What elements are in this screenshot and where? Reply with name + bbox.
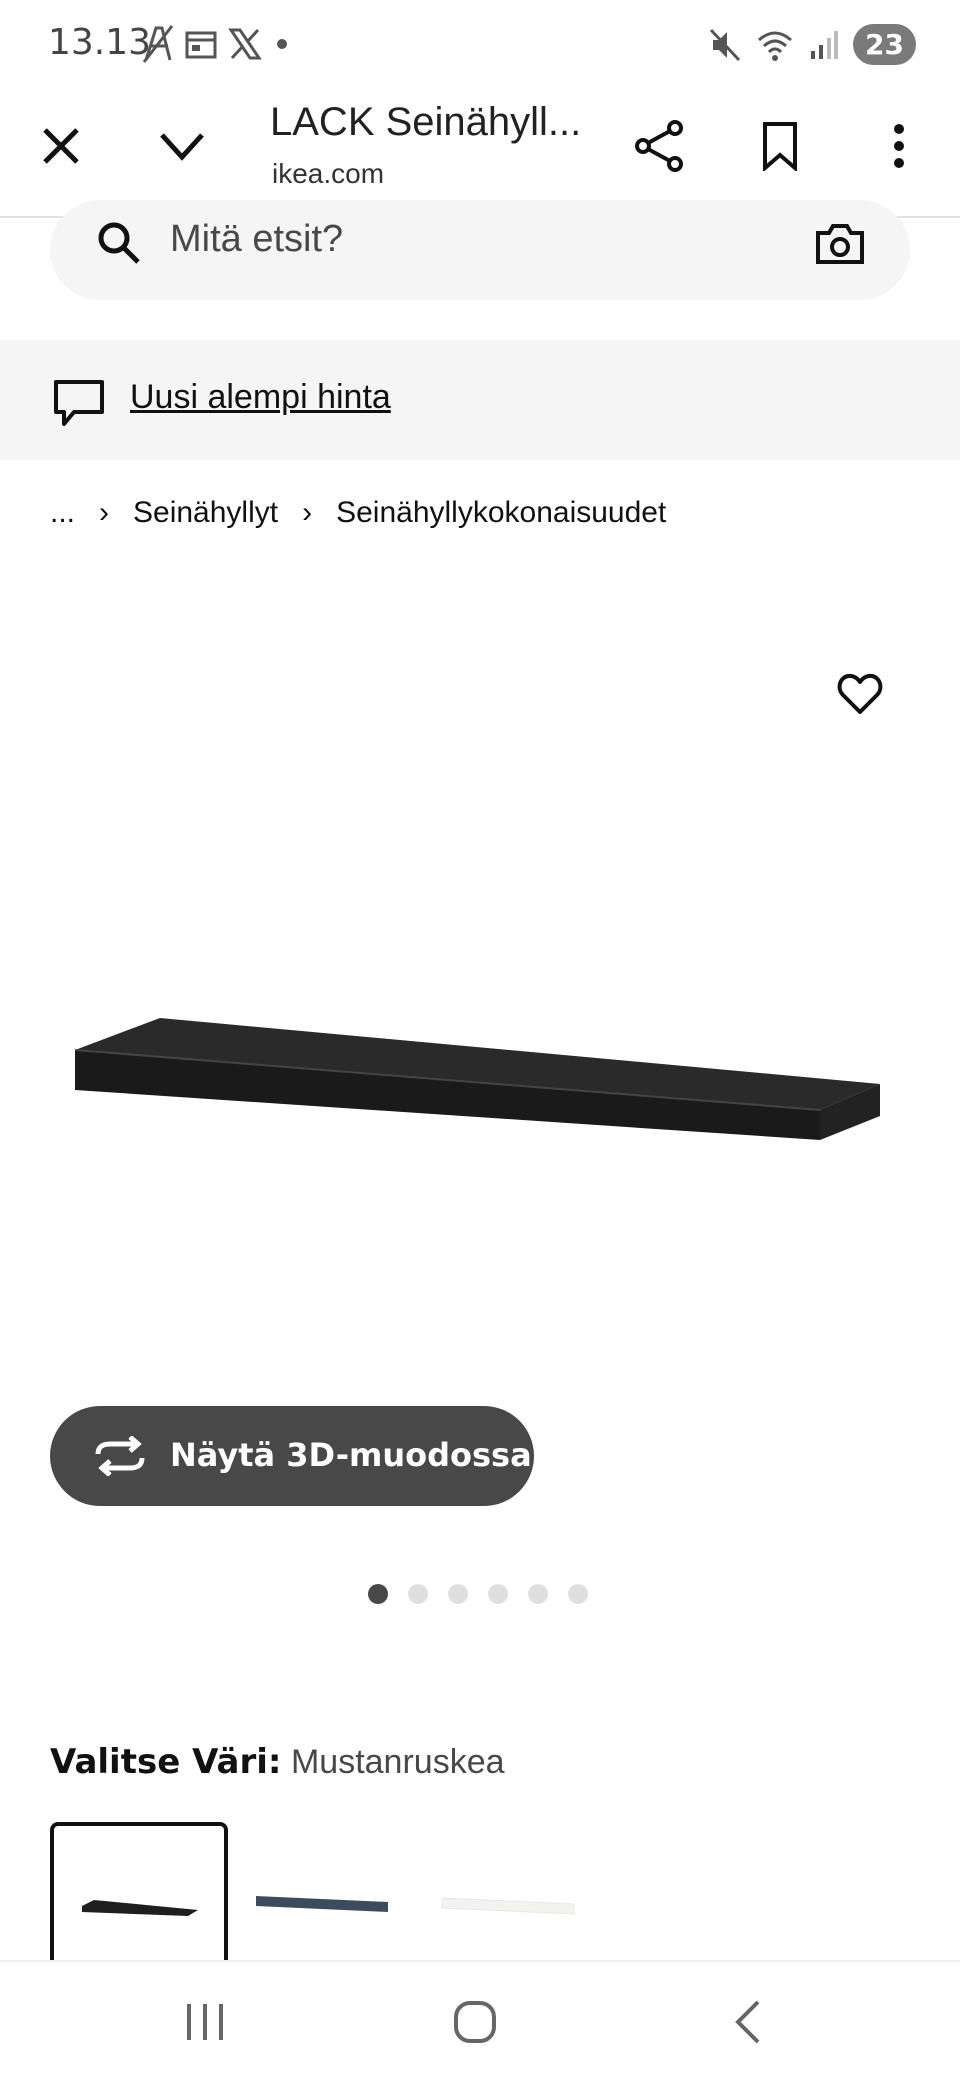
x-logo-icon: [228, 28, 262, 60]
home-button[interactable]: [440, 1992, 510, 2052]
mute-icon: [709, 28, 741, 61]
color-value: Mustanruskea: [290, 1743, 505, 1781]
back-icon: [735, 2000, 760, 2044]
wishlist-button[interactable]: [836, 670, 884, 718]
recent-apps-icon: [187, 2004, 223, 2040]
recent-apps-button[interactable]: [170, 1992, 240, 2052]
bookmark-button[interactable]: [750, 116, 810, 176]
status-left-icons: [142, 24, 292, 64]
signal-icon: [811, 30, 839, 59]
more-menu-button[interactable]: [876, 116, 922, 176]
chat-bubble-icon: [54, 380, 104, 426]
swatch-shelf-image: [441, 1897, 575, 1915]
swatch-shelf-image: [82, 1900, 198, 1916]
view-3d-label: Näytä 3D-muodossa: [170, 1436, 532, 1474]
product-image[interactable]: [20, 980, 940, 1180]
color-label: Valitse Väri:: [50, 1742, 282, 1782]
close-icon: [43, 128, 79, 164]
share-button[interactable]: [630, 116, 690, 176]
page-domain: ikea.com: [272, 158, 385, 189]
breadcrumb-shelf-units[interactable]: Seinähyllykokonaisuudet: [336, 496, 666, 530]
chevron-right-icon: ›: [302, 496, 313, 529]
pagination-dot[interactable]: [368, 1584, 388, 1604]
dot-icon: [277, 39, 287, 49]
status-bar: 13.13 23: [0, 0, 960, 90]
page-title: LACK Seinähyll...: [270, 100, 582, 144]
accessibility-icon: [142, 25, 174, 63]
pagination-dot[interactable]: [408, 1584, 428, 1604]
search-input[interactable]: Mitä etsit?: [170, 218, 343, 261]
pagination-dot[interactable]: [488, 1584, 508, 1604]
visual-search-button[interactable]: [808, 216, 872, 272]
close-tab-button[interactable]: [36, 116, 86, 176]
rotate-3d-icon: [95, 1436, 145, 1476]
breadcrumb-ellipsis[interactable]: ...: [50, 496, 75, 530]
bookmark-icon: [763, 122, 797, 171]
back-button[interactable]: [712, 1992, 782, 2052]
home-icon: [454, 2001, 496, 2043]
camera-icon: [816, 224, 864, 264]
color-selector-heading: Valitse Väri: Mustanruskea: [50, 1742, 505, 1782]
pagination-dot[interactable]: [448, 1584, 468, 1604]
lower-price-link[interactable]: Uusi alempi hinta: [130, 378, 391, 417]
breadcrumb: ... › Seinähyllyt › Seinähyllykokonaisuu…: [50, 496, 666, 530]
swatch-shelf-image: [256, 1896, 388, 1912]
calendar-icon: [185, 31, 217, 59]
system-navigation-bar: [0, 1960, 960, 2082]
search-icon: [98, 222, 140, 264]
wifi-icon: [758, 31, 793, 61]
breadcrumb-wall-shelves[interactable]: Seinähyllyt: [133, 496, 278, 530]
status-right-icons: 23: [709, 24, 916, 65]
view-3d-button[interactable]: Näytä 3D-muodossa: [50, 1406, 534, 1506]
pagination-dot[interactable]: [528, 1584, 548, 1604]
image-pagination: [368, 1584, 588, 1604]
minimize-tab-button[interactable]: [152, 116, 212, 176]
notification-badge: 23: [853, 24, 916, 65]
heart-icon: [837, 673, 883, 714]
status-time: 13.13: [48, 22, 152, 63]
chevron-right-icon: ›: [99, 496, 110, 529]
pagination-dot[interactable]: [568, 1584, 588, 1604]
more-vertical-icon: [894, 124, 904, 168]
chevron-down-icon: [160, 133, 204, 161]
share-icon: [635, 120, 683, 172]
